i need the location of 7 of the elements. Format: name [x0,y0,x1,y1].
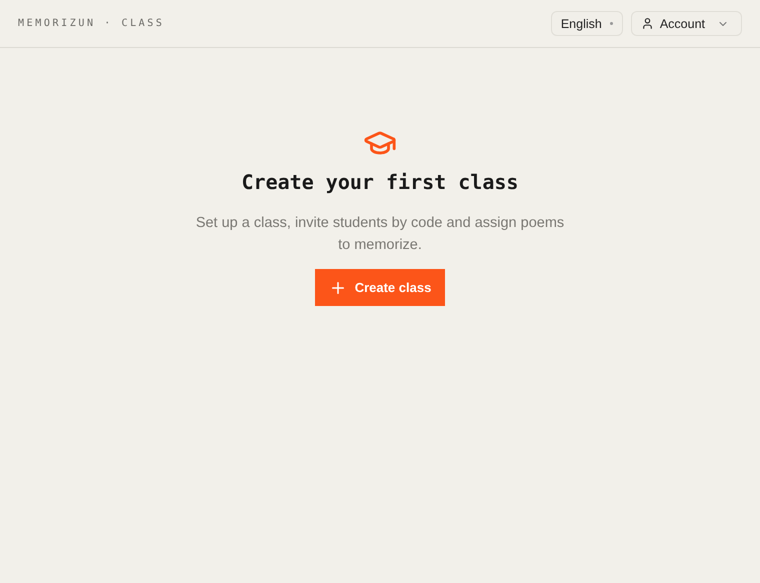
dropdown-dot-icon [610,22,613,25]
brand-name: MEMORIZUN · CLASS [18,18,165,29]
empty-state-title: Create your first class [242,170,518,194]
account-button[interactable]: Account [630,11,742,36]
empty-state-description: Set up a class, invite students by code and assign poems to memorize. [194,214,566,255]
user-icon [640,17,654,30]
language-select[interactable]: English [550,11,623,36]
